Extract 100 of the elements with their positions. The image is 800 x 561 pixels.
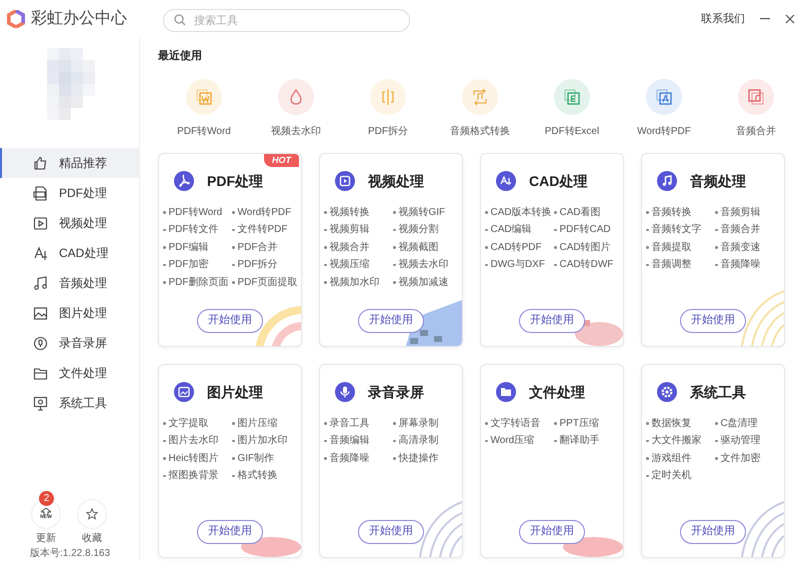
tool-link[interactable]: 音频转换 [652, 206, 692, 218]
start-button[interactable]: 开始使用 [197, 308, 263, 332]
start-button[interactable]: 开始使用 [519, 520, 585, 544]
tool-link[interactable]: 录音工具 [330, 418, 370, 430]
tool-icon-button[interactable] [646, 78, 682, 114]
tool-link[interactable]: PDF拆分 [238, 259, 278, 271]
tool-label[interactable]: PDF转Word [177, 124, 231, 138]
start-button[interactable]: 开始使用 [680, 520, 746, 544]
tool-link[interactable]: PDF页面提取 [238, 276, 298, 288]
tool-link[interactable]: 视频转GIF [398, 206, 446, 218]
start-button[interactable]: 开始使用 [680, 308, 746, 332]
tool-link[interactable]: 视频去水印 [398, 259, 448, 271]
tool-link[interactable]: 图片加水印 [238, 435, 288, 447]
sidebar-item[interactable]: 系统工具 [0, 388, 139, 418]
tool-link[interactable]: PPT压缩 [560, 418, 599, 430]
tool-link[interactable]: 视频压缩 [330, 259, 370, 271]
tool-link[interactable]: PDF转文件 [168, 224, 218, 236]
tool-link[interactable]: DWG与DXF [490, 259, 545, 271]
tool-icon-button[interactable] [738, 78, 774, 114]
sidebar-item[interactable]: 录音录屏 [0, 328, 139, 358]
tool-link[interactable]: 文件转PDF [238, 224, 288, 236]
tool-link[interactable]: 音频剪辑 [720, 206, 760, 218]
tool-link[interactable]: 音频降噪 [720, 259, 760, 271]
sidebar-item[interactable]: 视频处理 [0, 208, 139, 238]
tool-link[interactable]: 视频加减速 [398, 276, 448, 288]
tool-link[interactable]: 图片去水印 [168, 435, 218, 447]
tool-link[interactable]: 游戏组件 [652, 452, 692, 464]
tool-icon-button[interactable] [186, 78, 222, 114]
tool-link[interactable]: 图片压缩 [238, 418, 278, 430]
tool-link[interactable]: 文字提取 [168, 418, 208, 430]
tool-label[interactable]: 音频合并 [736, 124, 776, 138]
tool-link[interactable]: CAD转图片 [560, 242, 611, 254]
tool-link[interactable]: GIF制作 [238, 452, 274, 464]
tool-label[interactable]: 音频格式转换 [450, 124, 510, 138]
tool-link[interactable]: PDF合并 [238, 242, 278, 254]
tool-link[interactable]: 驱动管理 [720, 435, 760, 447]
tool-link[interactable]: 音频合并 [720, 224, 760, 236]
tool-link[interactable]: 翻译助手 [560, 435, 600, 447]
tool-link[interactable]: 音频降噪 [330, 452, 370, 464]
tool-link[interactable]: CAD编辑 [490, 224, 532, 236]
tool-link[interactable]: Heic转图片 [168, 452, 219, 464]
tool-link[interactable]: 视频分割 [398, 224, 438, 236]
tool-link[interactable]: 音频编辑 [330, 435, 370, 447]
tool-icon-button[interactable] [278, 78, 314, 114]
tool-link[interactable]: 文字转语音 [490, 418, 540, 430]
tool-link[interactable]: 视频合并 [330, 242, 370, 254]
tool-link[interactable]: PDF编辑 [168, 242, 208, 254]
favorite-button[interactable] [77, 499, 107, 529]
tool-link[interactable]: 抠图换背景 [168, 470, 218, 482]
tool-link[interactable]: C盘清理 [720, 418, 758, 430]
tool-link[interactable]: PDF转Word [168, 206, 222, 218]
tool-link[interactable]: CAD转PDF [490, 242, 542, 254]
tool-link[interactable]: CAD看图 [560, 206, 601, 218]
tool-icon-button[interactable] [554, 78, 590, 114]
sidebar-item[interactable]: 精品推荐 [0, 148, 139, 178]
tool-link[interactable]: CAD转DWF [560, 259, 614, 271]
bullet-icon [715, 440, 718, 442]
minimize-icon[interactable] [760, 18, 770, 20]
tool-link[interactable]: 高清录制 [398, 435, 438, 447]
tool-link[interactable]: 快捷操作 [398, 452, 438, 464]
tool-link[interactable]: 数据恢复 [652, 418, 692, 430]
sidebar-item[interactable]: 文件处理 [0, 358, 139, 388]
tool-link[interactable]: 定时关机 [652, 470, 692, 482]
tool-link[interactable]: 大文件搬家 [652, 435, 702, 447]
tool-link[interactable]: 音频变速 [720, 242, 760, 254]
close-icon[interactable] [785, 14, 795, 24]
tool-label[interactable]: 视频去水印 [271, 124, 321, 138]
sidebar-item[interactable]: CAD处理 [0, 238, 139, 268]
sidebar-item[interactable]: PDF处理 [0, 178, 139, 208]
tool-link[interactable]: PDF转CAD [560, 224, 611, 236]
tool-link[interactable]: CAD版本转换 [490, 206, 552, 218]
tool-icon-button[interactable] [462, 78, 498, 114]
start-button[interactable]: 开始使用 [197, 520, 263, 544]
start-button[interactable]: 开始使用 [358, 308, 424, 332]
tool-link[interactable]: PDF删除页面 [168, 276, 228, 288]
tool-label[interactable]: Word转PDF [637, 124, 691, 138]
tool-link[interactable]: 屏幕录制 [398, 418, 438, 430]
bullet-icon [163, 281, 166, 284]
sidebar-item[interactable]: 图片处理 [0, 298, 139, 328]
tool-link[interactable]: 音频转文字 [652, 224, 702, 236]
bullet-icon [554, 211, 556, 214]
tool-link[interactable]: 音频提取 [652, 242, 692, 254]
tool-link[interactable]: 音频调整 [652, 259, 692, 271]
tool-link[interactable]: 视频截图 [398, 242, 438, 254]
tool-icon-button[interactable] [370, 78, 406, 114]
tool-link[interactable]: 视频转换 [330, 206, 370, 218]
start-button[interactable]: 开始使用 [519, 308, 585, 332]
search-field[interactable]: 搜索工具 [163, 9, 410, 32]
tool-link[interactable]: 视频剪辑 [330, 224, 370, 236]
sidebar-item[interactable]: 音频处理 [0, 268, 139, 298]
tool-link[interactable]: PDF加密 [168, 259, 208, 271]
tool-link[interactable]: 格式转换 [238, 470, 278, 482]
tool-link[interactable]: 视频加水印 [330, 276, 380, 288]
start-button[interactable]: 开始使用 [358, 520, 424, 544]
tool-link[interactable]: Word转PDF [238, 206, 292, 218]
contact-link[interactable]: 联系我们 [701, 10, 745, 28]
tool-link[interactable]: 文件加密 [720, 452, 760, 464]
tool-label[interactable]: PDF转Excel [544, 124, 600, 138]
tool-link[interactable]: Word压缩 [490, 435, 534, 447]
tool-label[interactable]: PDF拆分 [368, 124, 408, 138]
